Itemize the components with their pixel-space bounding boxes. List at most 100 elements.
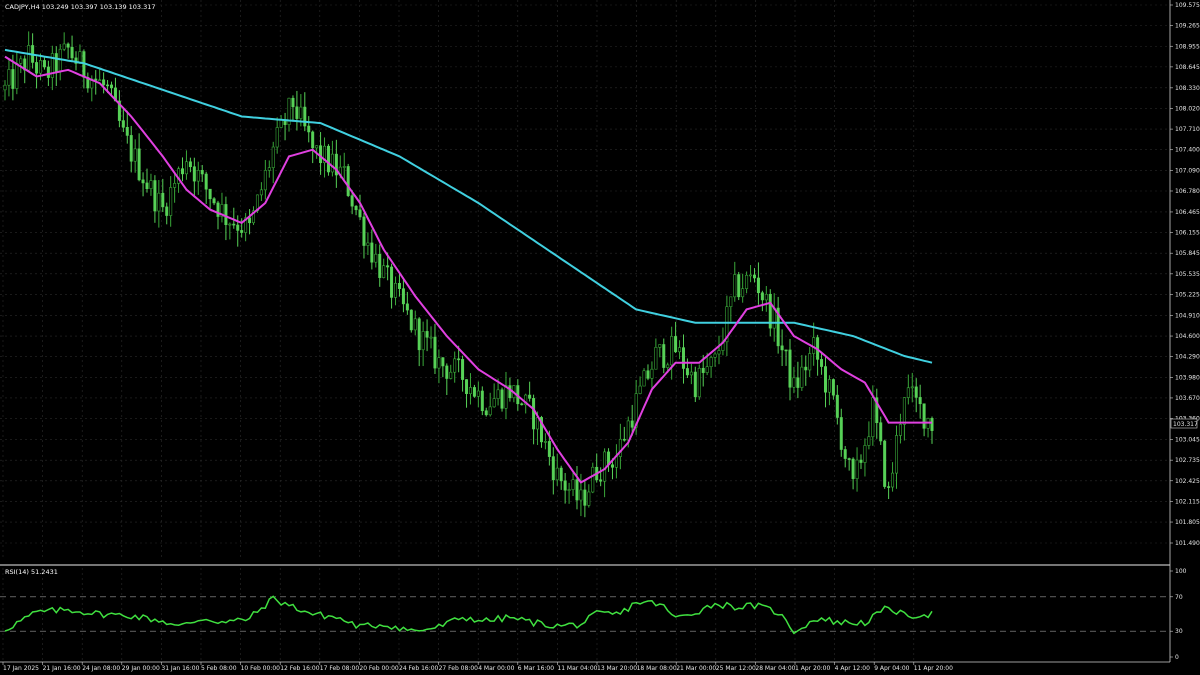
candle-body [196,170,200,182]
time-tick-label: 31 Jan 16:00 [161,665,199,672]
candle-body [62,43,66,50]
current-price-marker: 103.317 [1170,418,1198,429]
candle-body [141,179,145,184]
candle-body [429,336,433,339]
candle-body [709,357,713,367]
trading-chart[interactable]: 109.575 109.265 108.955 108.645 108.330 108.0… [0,0,1200,675]
time-tick-label: 9 Apr 04:00 [874,665,909,672]
candle-body [46,66,50,78]
chart-background [0,0,1200,675]
candle-body [646,370,650,379]
candle-body [532,398,536,430]
time-tick-label: 4 Apr 12:00 [835,665,870,672]
price-tick-label: 106.155 [1175,230,1200,237]
candle-body [54,53,58,72]
candle-body [153,180,157,212]
candle-body [401,288,405,305]
candle-body [571,479,575,490]
time-tick-label: 4 Mar 00:00 [478,665,514,672]
candle-body [780,345,784,351]
candle-body [19,58,23,64]
time-tick-label: 11 Mar 04:00 [557,665,597,672]
candle-body [472,387,476,397]
time-tick-label: 24 Feb 16:00 [399,665,439,672]
candle-body [208,188,212,200]
candle-body [847,458,851,460]
candle-body [157,192,161,212]
candle-body [859,459,863,463]
candle-body [737,274,741,298]
time-tick-label: 17 Feb 08:00 [320,665,360,672]
candle-body [275,127,279,148]
candle-body [267,167,271,171]
candle-body [311,131,315,149]
candle-body [567,489,571,491]
candle-body [823,366,827,393]
candle-body [835,394,839,418]
candle-body [891,472,895,488]
candle-body [741,288,745,298]
candle-body [413,318,417,331]
price-tick-label: 102.735 [1175,457,1200,464]
price-tick-label: 108.020 [1175,105,1200,112]
candle-body [559,467,563,482]
rsi-tick-label: 100 [1175,568,1187,575]
time-tick-label: 6 Mar 16:00 [518,665,554,672]
candle-body [386,265,390,268]
candle-body [804,366,808,371]
rsi-tick-label: 70 [1175,594,1183,601]
candle-body [528,394,532,399]
candle-body [7,69,11,86]
candle-body [492,398,496,408]
time-tick-label: 1 Apr 20:00 [795,665,830,672]
price-tick-label: 107.090 [1175,167,1200,174]
candle-body [378,253,382,278]
candle-body [307,125,311,133]
price-tick-label: 107.400 [1175,147,1200,154]
candle-body [796,377,800,388]
candle-body [626,420,630,441]
price-tick-label: 105.225 [1175,291,1200,298]
candle-body [326,145,330,173]
candle-body [820,359,824,367]
candle-body [27,45,31,71]
candle-body [630,420,634,428]
candle-body [784,349,788,352]
time-tick-label: 18 Mar 08:00 [637,665,677,672]
time-tick-label: 20 Feb 00:00 [359,665,399,672]
rsi-header: RSI(14) 51.2431 [5,568,58,576]
time-tick-label: 13 Mar 20:00 [597,665,637,672]
time-tick-label: 5 Feb 08:00 [201,665,237,672]
candle-body [390,266,394,298]
candle-body [693,371,697,398]
candle-body [713,353,717,358]
rsi-tick-label: 30 [1175,628,1183,635]
candle-body [169,187,173,216]
candle-body [504,385,508,409]
candle-body [366,242,370,246]
candle-body [145,182,149,189]
candle-body [303,106,307,127]
candle-body [745,274,749,289]
candle-body [749,274,753,277]
candle-body [551,456,555,481]
candle-body [520,403,524,406]
candle-body [610,464,614,468]
time-tick-label: 27 Feb 08:00 [439,665,479,672]
candle-body [500,389,504,409]
candle-body [851,458,855,479]
candle-body [654,347,658,370]
candle-body [681,347,685,369]
candle-body [188,161,192,168]
price-tick-label: 102.425 [1175,478,1200,485]
candle-body [583,489,587,506]
candle-body [437,357,441,369]
candle-body [216,202,220,217]
candle-body [441,357,445,367]
price-tick-label: 103.045 [1175,437,1200,444]
candle-body [133,148,137,162]
candle-body [764,293,768,301]
candle-body [670,336,674,366]
candle-body [871,397,875,438]
candle-body [642,370,646,387]
